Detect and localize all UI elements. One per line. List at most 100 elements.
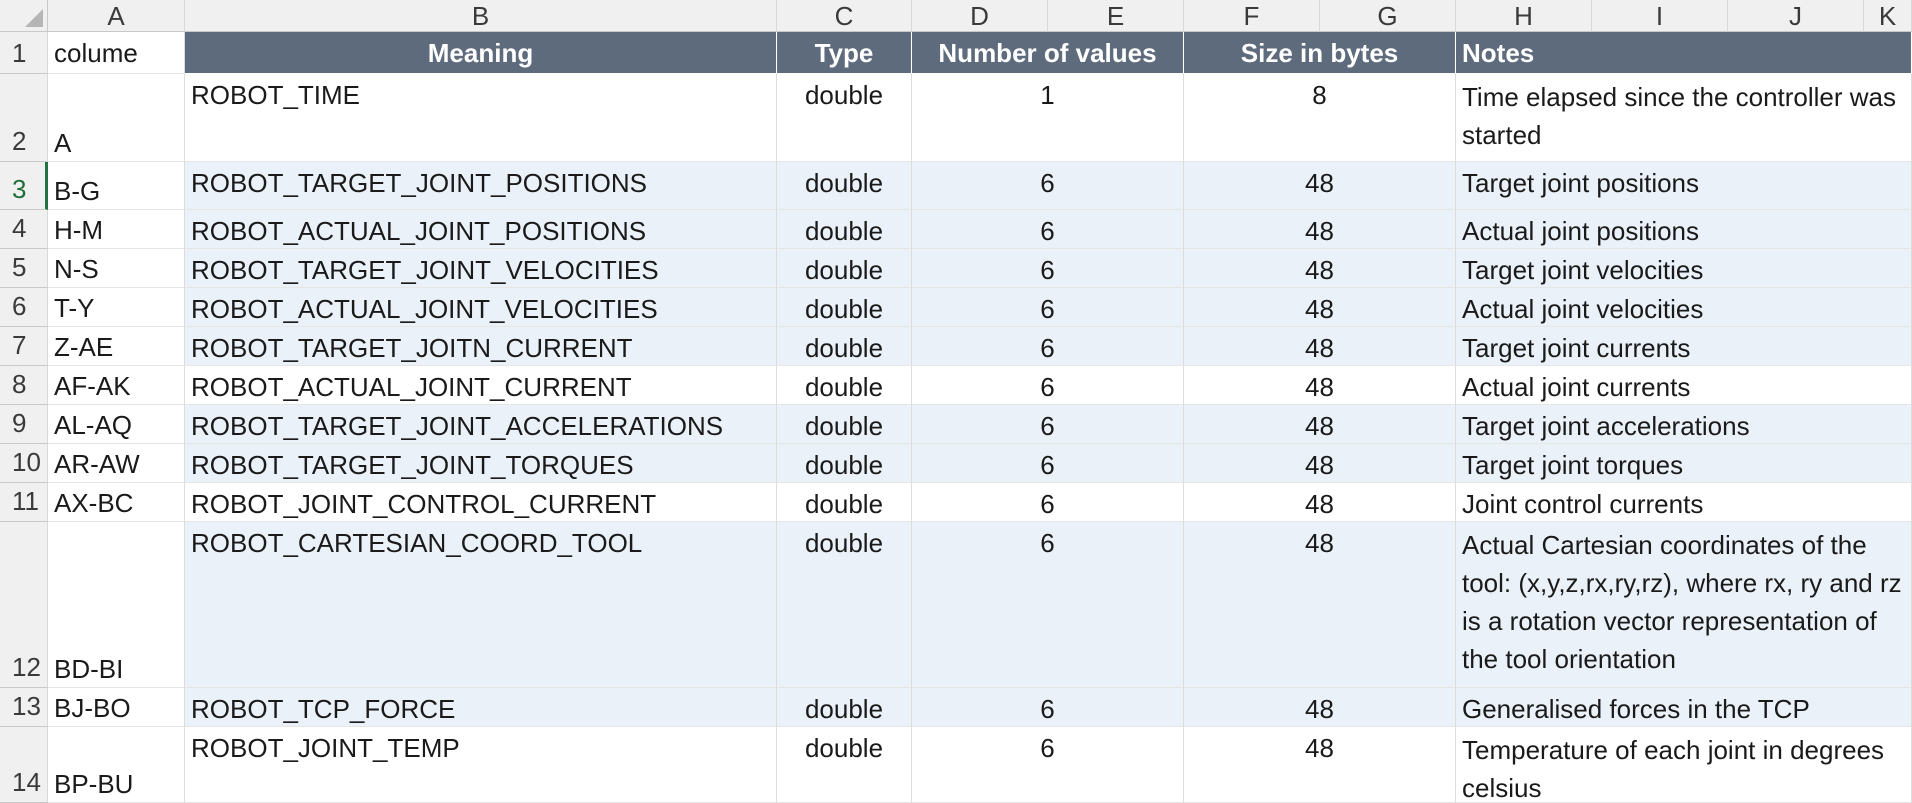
cell-column-range[interactable]: AR-AW [48,444,185,483]
column-header-i[interactable]: I [1592,0,1728,32]
cell-number-of-values[interactable]: 6 [912,288,1184,327]
cell-column-range[interactable]: BJ-BO [48,688,185,727]
row-header-14[interactable]: 14 [0,727,48,803]
cell-column-range[interactable]: Z-AE [48,327,185,366]
cell-column-range[interactable]: T-Y [48,288,185,327]
row-header-11[interactable]: 11 [0,483,48,522]
column-header-d[interactable]: D [912,0,1048,32]
cell-meaning[interactable]: ROBOT_ACTUAL_JOINT_VELOCITIES [185,288,777,327]
cell-type[interactable]: double [777,249,912,288]
cell-c1-type-header[interactable]: Type [777,32,912,74]
select-all-corner[interactable] [0,0,48,32]
cell-notes[interactable]: Time elapsed since the controller was st… [1456,74,1912,162]
cell-size-in-bytes[interactable]: 8 [1184,74,1456,162]
row-header-9[interactable]: 9 [0,405,48,444]
cell-column-range[interactable]: B-G [48,162,185,210]
cell-size-in-bytes[interactable]: 48 [1184,483,1456,522]
cell-size-in-bytes[interactable]: 48 [1184,162,1456,210]
cell-number-of-values[interactable]: 6 [912,249,1184,288]
cell-number-of-values[interactable]: 6 [912,405,1184,444]
cell-type[interactable]: double [777,444,912,483]
cell-number-of-values[interactable]: 6 [912,444,1184,483]
column-header-j[interactable]: J [1728,0,1864,32]
cell-size-in-bytes[interactable]: 48 [1184,327,1456,366]
cell-meaning[interactable]: ROBOT_TARGET_JOINT_POSITIONS [185,162,777,210]
cell-notes[interactable]: Temperature of each joint in degrees cel… [1456,727,1912,803]
cell-meaning[interactable]: ROBOT_ACTUAL_JOINT_POSITIONS [185,210,777,249]
row-header-2[interactable]: 2 [0,74,48,162]
cell-a1[interactable]: colume [48,32,185,74]
row-header-4[interactable]: 4 [0,210,48,249]
cell-column-range[interactable]: AX-BC [48,483,185,522]
cell-meaning[interactable]: ROBOT_CARTESIAN_COORD_TOOL [185,522,777,688]
cell-meaning[interactable]: ROBOT_TARGET_JOINT_VELOCITIES [185,249,777,288]
cell-notes[interactable]: Target joint accelerations [1456,405,1912,444]
cell-size-in-bytes[interactable]: 48 [1184,727,1456,803]
row-header-1[interactable]: 1 [0,32,48,74]
cell-meaning[interactable]: ROBOT_TARGET_JOINT_TORQUES [185,444,777,483]
cell-number-of-values[interactable]: 1 [912,74,1184,162]
cell-meaning[interactable]: ROBOT_TARGET_JOITN_CURRENT [185,327,777,366]
cell-notes[interactable]: Joint control currents [1456,483,1912,522]
column-header-f[interactable]: F [1184,0,1320,32]
cell-notes[interactable]: Target joint torques [1456,444,1912,483]
cell-type[interactable]: double [777,162,912,210]
cell-size-in-bytes[interactable]: 48 [1184,249,1456,288]
cell-column-range[interactable]: AF-AK [48,366,185,405]
row-header-3[interactable]: 3 [0,162,48,210]
cell-notes[interactable]: Target joint velocities [1456,249,1912,288]
cell-size-in-bytes[interactable]: 48 [1184,444,1456,483]
row-header-5[interactable]: 5 [0,249,48,288]
cell-notes[interactable]: Actual joint currents [1456,366,1912,405]
row-header-6[interactable]: 6 [0,288,48,327]
cell-size-in-bytes[interactable]: 48 [1184,210,1456,249]
column-header-g[interactable]: G [1320,0,1456,32]
cell-number-of-values[interactable]: 6 [912,727,1184,803]
cell-number-of-values[interactable]: 6 [912,327,1184,366]
cell-meaning[interactable]: ROBOT_ACTUAL_JOINT_CURRENT [185,366,777,405]
row-header-10[interactable]: 10 [0,444,48,483]
cell-number-of-values[interactable]: 6 [912,210,1184,249]
cell-column-range[interactable]: BP-BU [48,727,185,803]
cell-meaning[interactable]: ROBOT_JOINT_CONTROL_CURRENT [185,483,777,522]
cell-size-in-bytes[interactable]: 48 [1184,366,1456,405]
column-header-h[interactable]: H [1456,0,1592,32]
cell-type[interactable]: double [777,288,912,327]
cell-notes[interactable]: Generalised forces in the TCP [1456,688,1912,727]
cell-meaning[interactable]: ROBOT_TARGET_JOINT_ACCELERATIONS [185,405,777,444]
cell-number-of-values[interactable]: 6 [912,522,1184,688]
cell-column-range[interactable]: BD-BI [48,522,185,688]
cell-d1-count-header[interactable]: Number of values [912,32,1184,74]
cell-notes[interactable]: Target joint currents [1456,327,1912,366]
column-header-e[interactable]: E [1048,0,1184,32]
cell-f1-size-header[interactable]: Size in bytes [1184,32,1456,74]
cell-column-range[interactable]: N-S [48,249,185,288]
cell-type[interactable]: double [777,688,912,727]
cell-size-in-bytes[interactable]: 48 [1184,288,1456,327]
column-header-a[interactable]: A [48,0,185,32]
cell-number-of-values[interactable]: 6 [912,366,1184,405]
row-header-12[interactable]: 12 [0,522,48,688]
cell-size-in-bytes[interactable]: 48 [1184,688,1456,727]
cell-type[interactable]: double [777,74,912,162]
cell-b1-meaning-header[interactable]: Meaning [185,32,777,74]
cell-notes[interactable]: Actual joint positions [1456,210,1912,249]
cell-number-of-values[interactable]: 6 [912,688,1184,727]
row-header-8[interactable]: 8 [0,366,48,405]
cell-meaning[interactable]: ROBOT_TIME [185,74,777,162]
cell-column-range[interactable]: A [48,74,185,162]
cell-number-of-values[interactable]: 6 [912,483,1184,522]
cell-column-range[interactable]: H-M [48,210,185,249]
cell-type[interactable]: double [777,483,912,522]
cell-type[interactable]: double [777,522,912,688]
cell-column-range[interactable]: AL-AQ [48,405,185,444]
row-header-7[interactable]: 7 [0,327,48,366]
cell-type[interactable]: double [777,366,912,405]
row-header-13[interactable]: 13 [0,688,48,727]
cell-h1-notes-header[interactable]: Notes [1456,32,1912,74]
cell-meaning[interactable]: ROBOT_TCP_FORCE [185,688,777,727]
cell-size-in-bytes[interactable]: 48 [1184,522,1456,688]
cell-notes[interactable]: Target joint positions [1456,162,1912,210]
spreadsheet-grid[interactable]: A B C D E F G H I J K 1 colume Meaning T… [0,0,1912,803]
column-header-c[interactable]: C [777,0,912,32]
